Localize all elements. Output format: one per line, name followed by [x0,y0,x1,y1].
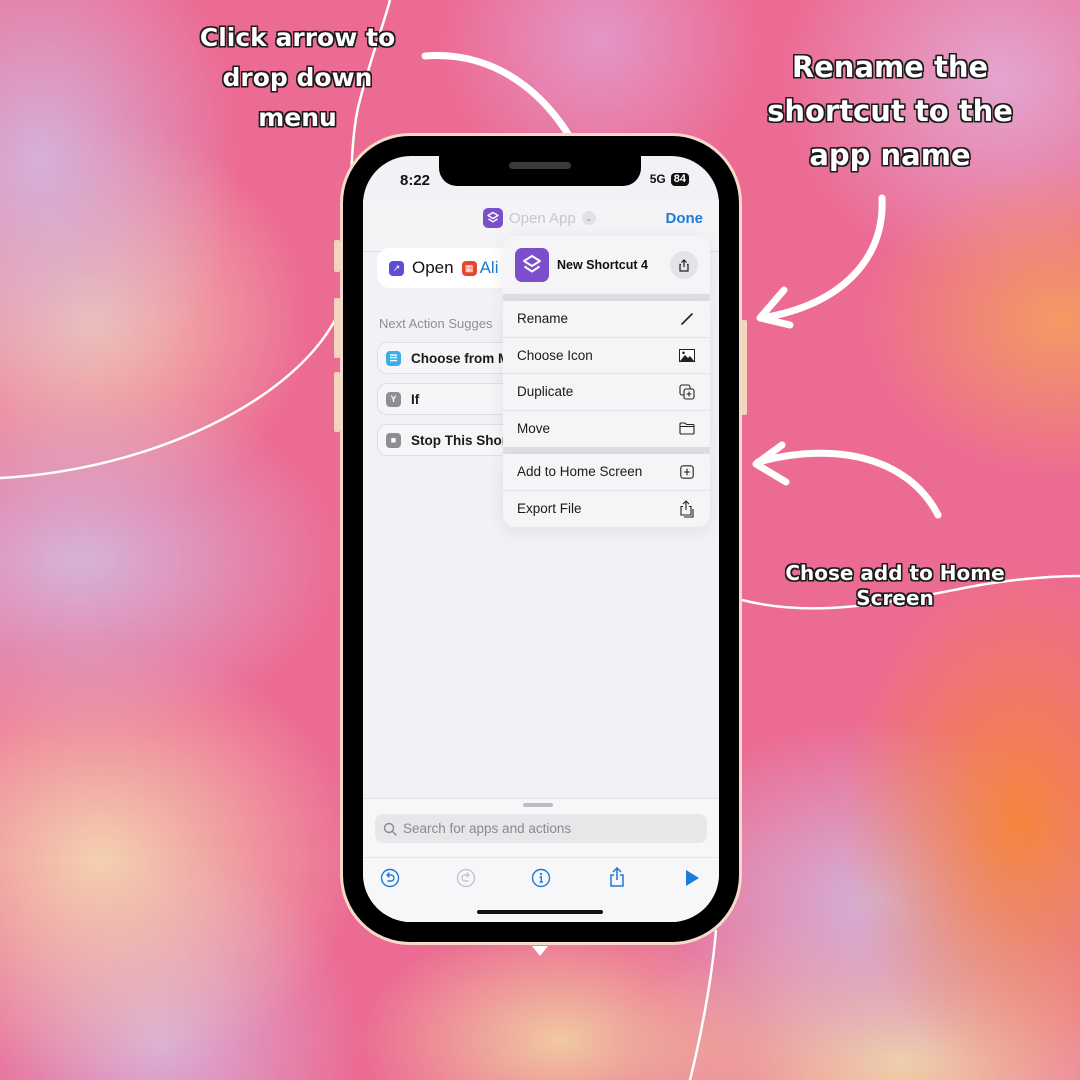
small-triangle [532,946,548,956]
search-placeholder: Search for apps and actions [403,821,572,836]
notch [439,156,641,186]
suggestion-label: Choose from M [411,350,510,366]
action-verb: Open [412,258,454,277]
menu-item-label: Export File [517,501,582,517]
done-button[interactable]: Done [666,210,704,227]
share-toolbar-button[interactable] [606,867,628,889]
redo-button[interactable] [455,867,477,889]
open-app-icon: ↗ [389,260,404,276]
annotation-rename: Rename the shortcut to the app name [767,50,1013,172]
status-time: 8:22 [400,172,431,189]
photo-icon [678,346,696,364]
plus-square-icon [678,463,696,481]
menu-item-duplicate[interactable]: Duplicate [503,374,710,411]
menu-item-rename[interactable]: Rename [503,301,710,338]
share-icon [679,258,689,272]
menu-item-label: Add to Home Screen [517,464,643,480]
status-indicators: 5G 84 [650,172,689,186]
run-button[interactable] [681,867,703,889]
shortcut-icon[interactable] [515,248,549,282]
curve-line-bottom [688,929,718,1080]
undo-button[interactable] [379,867,401,889]
stop-square-icon: ■ [386,432,401,448]
info-button[interactable] [530,867,552,889]
shortcut-name: New Shortcut 4 [557,258,648,272]
menu-item-move[interactable]: Move [503,411,710,448]
suggestion-label: Stop This Shor [411,432,507,448]
menu-item-label: Rename [517,311,569,327]
app-name: Ali [479,258,499,277]
duplicate-icon [678,383,696,401]
share-icon [609,867,624,887]
shortcut-title-button[interactable]: Open App ⌄ [483,208,596,228]
branch-icon: Y [386,391,401,407]
undo-icon [380,868,400,887]
redo-icon [456,868,475,887]
menu-separator [503,294,710,301]
menu-item-label: Choose Icon [517,347,593,363]
menu-item-add-to-home-screen[interactable]: Add to Home Screen [503,454,710,491]
annotation-dropdown: Click arrow to drop down menu [199,23,396,132]
suggestion-label: If [411,391,420,407]
menu-header: New Shortcut 4 [503,236,710,294]
suggestions-header: Next Action Sugges [379,316,493,331]
home-indicator [477,910,603,914]
menu-list-icon: ☰ [386,350,401,366]
phone-screen: 8:22 5G 84 Open App ⌄ Done ↗ Open ▦ Ali … [363,156,719,922]
chevron-down-icon[interactable]: ⌄ [581,211,596,225]
editor-toolbar [363,857,719,897]
battery-icon: 84 [670,172,689,186]
app-icon: ▦ [461,260,477,276]
folder-icon [678,420,696,438]
actions-panel: Search for apps and actions [363,798,719,922]
panel-grabber[interactable] [523,803,553,807]
arrow-to-home-screen [752,441,942,519]
pencil-icon [678,310,696,328]
speaker [509,162,571,169]
menu-item-export-file[interactable]: Export File [503,491,710,528]
menu-group-share: Add to Home Screen Export File [503,454,710,527]
annotation-home-screen: Chose add to Home Screen [785,561,1005,610]
menu-separator [503,447,710,454]
shortcuts-layers-icon [483,208,503,228]
share-button[interactable] [670,251,698,279]
menu-item-label: Move [517,421,551,437]
menu-item-label: Duplicate [517,384,574,400]
shortcut-dropdown-menu: New Shortcut 4 Rename Choose Icon Duplic… [503,236,710,527]
phone-frame: 8:22 5G 84 Open App ⌄ Done ↗ Open ▦ Ali … [340,133,742,945]
app-parameter[interactable]: ▦ Ali [461,258,499,278]
search-actions-input[interactable]: Search for apps and actions [375,814,707,843]
menu-item-choose-icon[interactable]: Choose Icon [503,338,710,374]
nav-title: Open App [509,209,576,227]
play-icon [686,869,699,886]
search-icon [383,822,397,836]
arrow-to-rename [756,194,886,329]
export-icon [678,499,696,518]
info-icon [531,868,551,887]
menu-group-edit: Rename Choose Icon Duplicate Move [503,301,710,447]
network-label: 5G [649,172,666,186]
